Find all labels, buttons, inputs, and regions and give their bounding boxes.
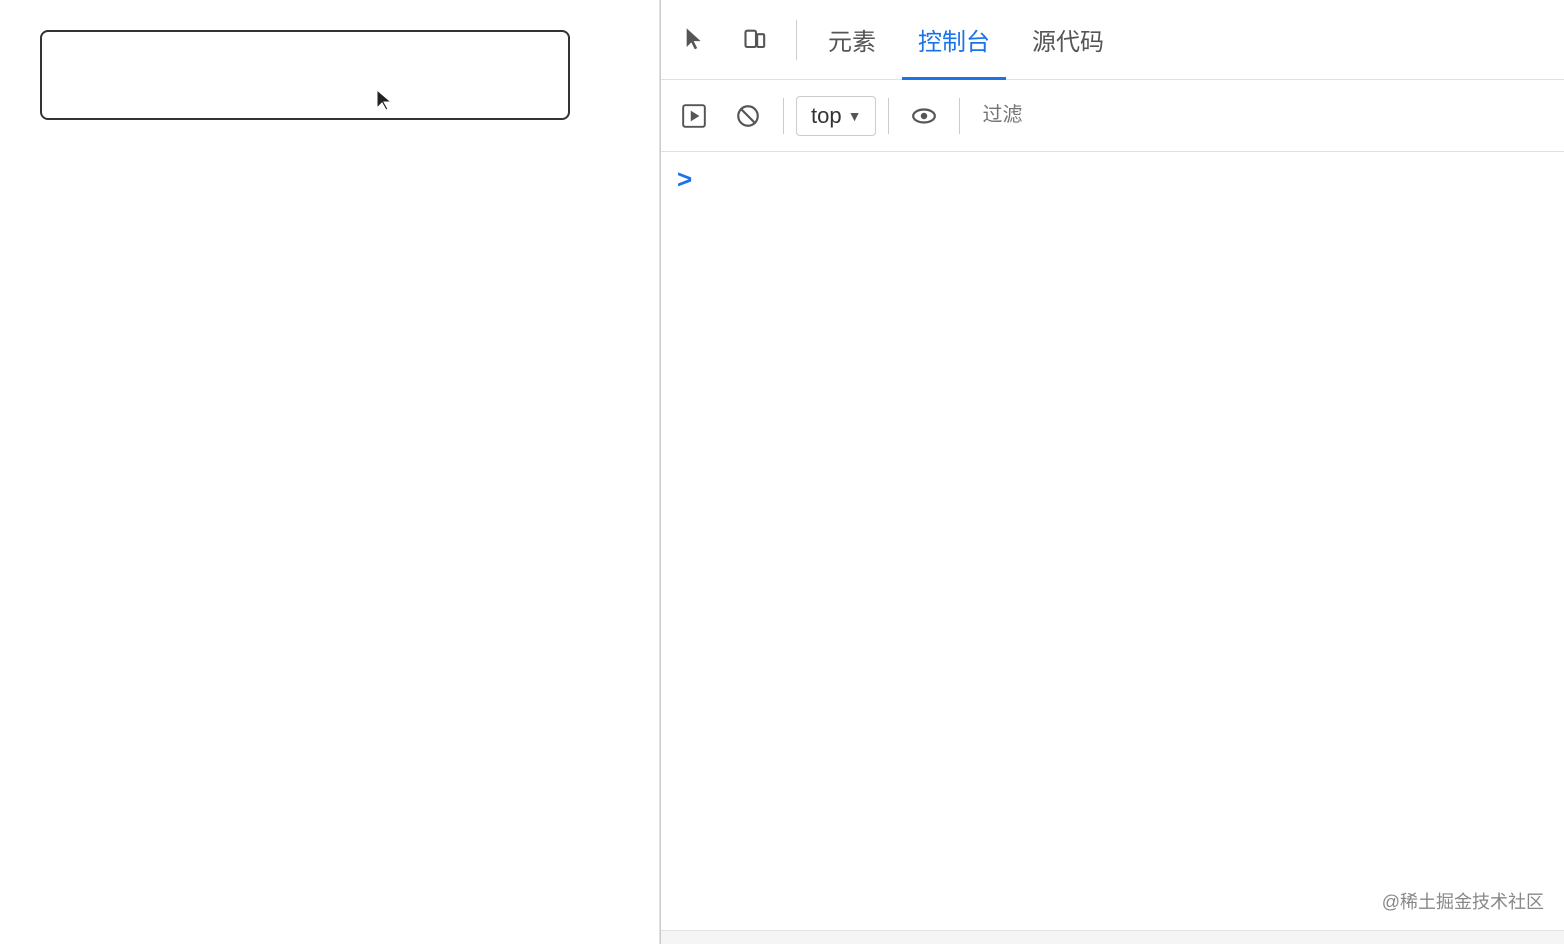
clear-console-button[interactable] [725, 93, 771, 139]
console-content-area: > @稀土掘金技术社区 [661, 152, 1564, 930]
top-selector-value: top [811, 103, 842, 129]
console-chevron-icon[interactable]: > [677, 164, 692, 195]
block-icon [735, 103, 761, 129]
devtools-panel: 元素 控制台 源代码 top ▼ [660, 0, 1564, 944]
tabs-divider [796, 20, 797, 60]
filter-input[interactable] [972, 94, 1554, 138]
device-toolbar-icon [742, 26, 770, 54]
console-prompt-row: > [661, 152, 1564, 207]
devtools-toolbar: top ▼ [661, 80, 1564, 152]
devtools-bottom-bar [661, 930, 1564, 944]
devtools-tab-bar: 元素 控制台 源代码 [661, 0, 1564, 80]
top-frame-selector[interactable]: top ▼ [796, 96, 876, 136]
inspector-icon-button[interactable] [671, 15, 721, 65]
live-expressions-button[interactable] [901, 93, 947, 139]
watermark-text: @稀土掘金技术社区 [1382, 888, 1544, 914]
toolbar-divider-1 [783, 98, 784, 134]
tab-elements[interactable]: 元素 [812, 0, 892, 80]
toolbar-divider-2 [888, 98, 889, 134]
play-icon [681, 103, 707, 129]
eye-icon [911, 103, 937, 129]
execute-script-button[interactable] [671, 93, 717, 139]
device-toolbar-icon-button[interactable] [731, 15, 781, 65]
toolbar-divider-3 [959, 98, 960, 134]
chevron-down-icon: ▼ [848, 108, 862, 124]
tab-sources[interactable]: 源代码 [1016, 0, 1120, 80]
page-input-box[interactable] [40, 30, 570, 120]
inspector-icon [682, 26, 710, 54]
browser-content-panel [0, 0, 660, 944]
tab-console[interactable]: 控制台 [902, 0, 1006, 80]
